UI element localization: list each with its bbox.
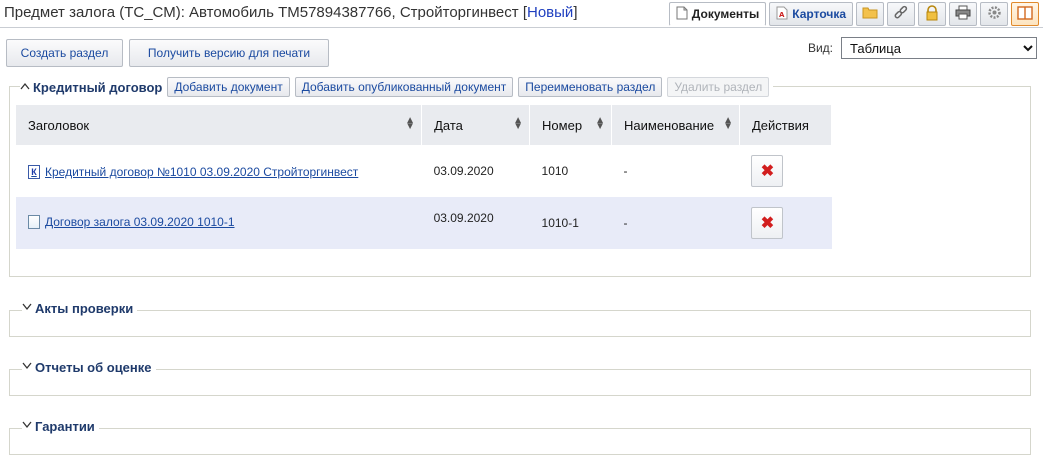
cell-number: 1010-1 [529, 197, 612, 249]
print-icon [955, 5, 971, 23]
view-selector: Вид: Таблица [808, 37, 1037, 59]
column-header-title[interactable]: Заголовок ▲ ▼ [16, 105, 423, 145]
column-name-label: Наименование [624, 117, 715, 133]
cell-actions: ✖ [739, 145, 831, 197]
section-legend: Кредитный договор Добавить документ Доба… [20, 77, 774, 97]
section-title: Гарантии [35, 419, 95, 434]
sort-icon[interactable]: ▲ ▼ [595, 116, 605, 132]
column-header-date[interactable]: Дата ▲ ▼ [421, 105, 531, 145]
collapse-arrow-icon [20, 82, 30, 93]
delete-section-button: Удалить раздел [667, 77, 770, 97]
cell-date: 03.09.2020 [421, 197, 530, 249]
section-border [10, 369, 1030, 370]
column-header-number[interactable]: Номер ▲ ▼ [529, 105, 612, 145]
folder-button[interactable] [856, 2, 884, 26]
section-guarantees: Гарантии [9, 419, 1031, 455]
page-title-text: Предмет залога (ТС_СМ): Автомобиль ТМ578… [4, 4, 519, 21]
section-title: Акты проверки [35, 301, 134, 316]
cell-name: - [611, 197, 740, 249]
pdf-card-icon: A [776, 6, 788, 23]
sort-icon[interactable]: ▲ ▼ [405, 116, 415, 132]
documents-table: Заголовок ▲ ▼ Дата ▲ ▼ Номер ▲ ▼ Наименован… [16, 105, 833, 249]
layout-button[interactable] [1011, 2, 1039, 26]
sort-icon[interactable]: ▲ ▼ [513, 116, 523, 132]
section-title: Отчеты об оценке [35, 360, 152, 375]
folder-icon [862, 6, 878, 22]
tab-documents-label: Документы [691, 7, 760, 21]
section-legend: Гарантии [22, 419, 99, 434]
table-row: Договор залога 03.09.2020 1010-1 03.09.2… [16, 197, 832, 249]
svg-text:A: A [779, 11, 785, 19]
page-title: Предмет залога (ТС_СМ): Автомобиль ТМ578… [4, 4, 577, 24]
print-button[interactable] [949, 2, 977, 26]
tab-card-label: Карточка [792, 7, 846, 21]
tab-bar-divider [0, 27, 1043, 28]
link-icon [893, 5, 909, 24]
section-inspection-acts: Акты проверки [9, 301, 1031, 337]
cell-title: Договор залога 03.09.2020 1010-1 [16, 197, 422, 249]
section-title: Кредитный договор [33, 79, 163, 95]
expand-arrow-icon [22, 421, 32, 432]
top-actions: Создать раздел Получить версию для печат… [6, 39, 329, 67]
delete-x-icon: ✖ [760, 163, 775, 180]
section-valuation-reports: Отчеты об оценке [9, 360, 1031, 396]
tab-card[interactable]: A Карточка [769, 2, 853, 26]
credit-doc-icon: К [28, 164, 40, 179]
document-link[interactable]: Договор залога 03.09.2020 1010-1 [28, 214, 235, 229]
view-select[interactable]: Таблица [841, 37, 1037, 59]
column-header-actions: Действия [739, 105, 833, 145]
column-title-label: Заголовок [28, 117, 90, 133]
document-icon [676, 6, 688, 23]
file-doc-icon [28, 214, 40, 229]
column-number-label: Номер [542, 117, 583, 133]
document-title: Кредитный договор №1010 03.09.2020 Строй… [45, 164, 359, 179]
section-legend: Акты проверки [22, 301, 138, 316]
cell-number: 1010 [541, 164, 569, 178]
link-button[interactable] [887, 2, 915, 26]
layout-icon [1017, 5, 1033, 23]
cell-date: 03.09.2020 [433, 164, 494, 178]
cell-actions: ✖ [739, 197, 832, 249]
column-header-name[interactable]: Наименование ▲ ▼ [611, 105, 740, 145]
section-toggle[interactable]: Акты проверки [22, 301, 133, 316]
document-link[interactable]: К Кредитный договор №1010 03.09.2020 Стр… [28, 164, 359, 179]
lock-icon [925, 4, 939, 24]
section-toggle[interactable]: Гарантии [22, 419, 95, 434]
sort-icon[interactable]: ▲ ▼ [723, 116, 733, 132]
add-document-button[interactable]: Добавить документ [167, 77, 290, 97]
table-row: К Кредитный договор №1010 03.09.2020 Стр… [16, 145, 832, 197]
create-section-button[interactable]: Создать раздел [6, 39, 123, 67]
section-credit-agreement: Кредитный договор Добавить документ Доба… [9, 77, 1031, 277]
cell-name: - [623, 164, 628, 178]
view-label: Вид: [807, 41, 833, 55]
cell-title: К Кредитный договор №1010 03.09.2020 Стр… [16, 145, 422, 197]
rename-section-button[interactable]: Переименовать раздел [518, 77, 663, 97]
column-actions-label: Действия [751, 117, 809, 133]
tab-bar: Документы A Карточка [668, 2, 1039, 28]
lock-button[interactable] [918, 2, 946, 26]
tab-documents[interactable]: Документы [668, 2, 767, 26]
status-bracket-close: ] [573, 4, 578, 21]
section-toggle[interactable]: Отчеты об оценке [22, 360, 152, 375]
column-date-label: Дата [434, 117, 463, 133]
section-toggle[interactable]: Кредитный договор [20, 80, 162, 95]
delete-document-button[interactable]: ✖ [751, 155, 784, 187]
add-published-document-button[interactable]: Добавить опубликованный документ [294, 77, 514, 97]
print-version-button[interactable]: Получить версию для печати [129, 39, 329, 67]
section-legend: Отчеты об оценке [22, 360, 156, 375]
settings-icon [987, 5, 1002, 23]
section-border [10, 310, 1030, 311]
expand-arrow-icon [22, 362, 32, 373]
delete-document-button[interactable]: ✖ [751, 207, 784, 239]
section-border [10, 428, 1030, 429]
settings-button[interactable] [980, 2, 1008, 26]
delete-x-icon: ✖ [760, 215, 775, 232]
expand-arrow-icon [22, 303, 32, 314]
table-header-row: Заголовок ▲ ▼ Дата ▲ ▼ Номер ▲ ▼ Наименован… [16, 105, 833, 145]
status-link[interactable]: Новый [527, 4, 573, 21]
document-title: Договор залога 03.09.2020 1010-1 [45, 214, 235, 229]
